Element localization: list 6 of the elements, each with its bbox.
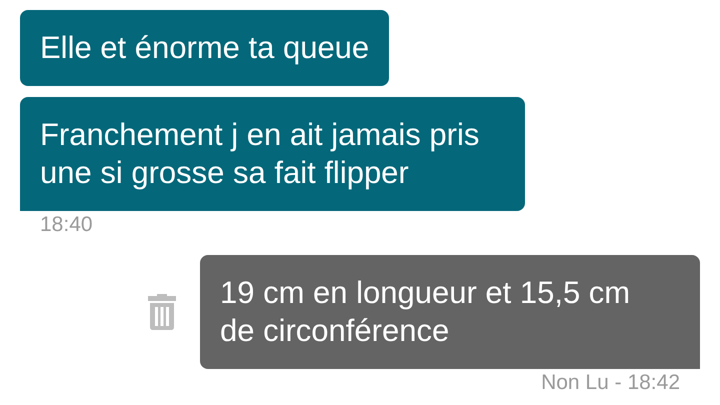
message-bubble: Elle et énorme ta queue bbox=[20, 10, 390, 86]
message-bubble: Franchement j en ait jamais pris une si grosse sa fait flipper bbox=[20, 97, 525, 211]
message-timestamp: Non Lu - 18:42 bbox=[540, 371, 681, 395]
message-timestamp: 18:40 bbox=[39, 213, 94, 237]
message-bubble: 19 cm en longueur et 15,5 cm de circonférence bbox=[200, 255, 700, 369]
trash-icon[interactable] bbox=[148, 294, 176, 330]
